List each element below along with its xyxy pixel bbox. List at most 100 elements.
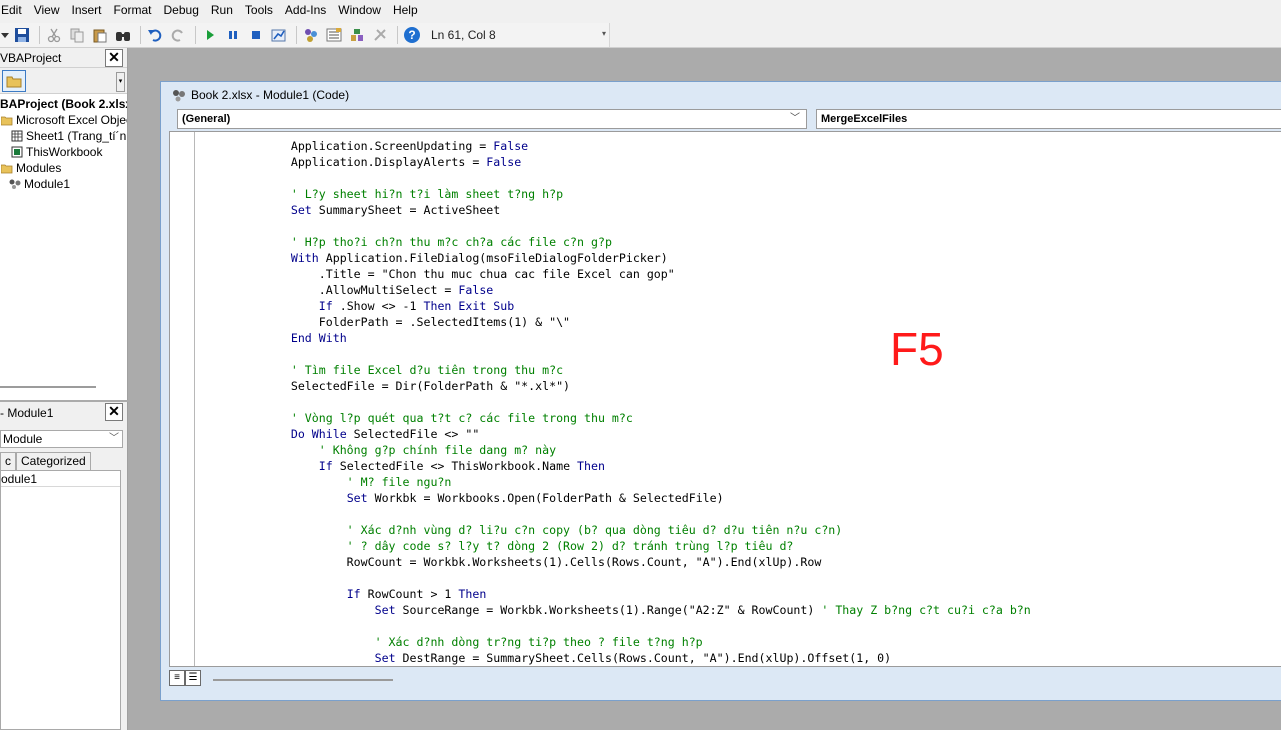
code-line[interactable]: RowCount = Workbk.Worksheets(1).Cells(Ro… [235, 554, 1031, 570]
code-line[interactable]: If RowCount > 1 Then [235, 586, 1031, 602]
code-line[interactable]: .Title = "Chon thu muc chua cac file Exc… [235, 266, 1031, 282]
menu-view[interactable]: View [29, 0, 65, 20]
code-line[interactable]: ' H?p tho?i ch?n thu m?c ch?a các file c… [235, 234, 1031, 250]
paste-icon[interactable] [90, 25, 110, 45]
properties-icon[interactable] [324, 25, 344, 45]
tree-item[interactable]: Module1 [0, 176, 127, 192]
cut-icon[interactable] [44, 25, 64, 45]
code-line[interactable]: With Application.FileDialog(msoFileDialo… [235, 250, 1031, 266]
project-explorer-title-bar: VBAProject ✕ [0, 48, 127, 68]
code-line[interactable]: Application.ScreenUpdating = False [235, 138, 1031, 154]
code-line[interactable]: Application.DisplayAlerts = False [235, 154, 1031, 170]
code-comment: ' Xác d?nh dòng tr?ng ti?p theo ? file t… [235, 635, 703, 649]
undo-icon[interactable] [145, 25, 165, 45]
object-browser-icon[interactable] [347, 25, 367, 45]
project-scroll-icon[interactable]: ▾ [116, 72, 125, 92]
code-line[interactable]: Do While SelectedFile <> "" [235, 426, 1031, 442]
menu-window[interactable]: Window [333, 0, 386, 20]
code-horizontal-scrollbar[interactable] [213, 679, 393, 681]
property-row-name[interactable]: odule1 [1, 471, 120, 487]
code-line[interactable] [235, 218, 1031, 234]
code-line[interactable]: ' Không g?p chính file dang m? này [235, 442, 1031, 458]
code-text-segment [235, 587, 347, 601]
code-line[interactable]: Set DestRange = SummarySheet.Cells(Rows.… [235, 650, 1031, 666]
code-text[interactable]: Application.ScreenUpdating = False Appli… [235, 138, 1031, 666]
margin-indicator-bar[interactable] [170, 132, 195, 666]
toolbox-icon[interactable] [370, 25, 390, 45]
code-line[interactable] [235, 618, 1031, 634]
code-window-title-bar: Book 2.xlsx - Module1 (Code) [161, 82, 1281, 108]
tree-item[interactable]: Sheet1 (Trang_tí´nh [0, 128, 127, 144]
project-explorer-icon[interactable] [301, 25, 321, 45]
code-comment: ' M? file ngu?n [235, 475, 452, 489]
code-line[interactable]: ' Xác d?nh dòng tr?ng ti?p theo ? file t… [235, 634, 1031, 650]
code-line[interactable] [235, 394, 1031, 410]
code-line[interactable]: SelectedFile = Dir(FolderPath & "*.xl*") [235, 378, 1031, 394]
menu-add-ins[interactable]: Add-Ins [280, 0, 331, 20]
code-line[interactable] [235, 506, 1031, 522]
properties-object-select[interactable]: Module ﹀ [0, 430, 123, 448]
toolbar-separator [39, 26, 40, 44]
tab-categorized[interactable]: Categorized [16, 452, 91, 470]
code-line[interactable]: ' Xác d?nh vùng d? li?u c?n copy (b? qua… [235, 522, 1031, 538]
procedure-combo[interactable]: MergeExcelFiles [816, 109, 1281, 129]
code-line[interactable] [235, 570, 1031, 586]
code-line[interactable]: Set SummarySheet = ActiveSheet [235, 202, 1031, 218]
tree-item[interactable]: Modules [0, 160, 127, 176]
code-editor[interactable]: Application.ScreenUpdating = False Appli… [169, 131, 1281, 667]
folder-icon [6, 76, 22, 88]
object-combo[interactable]: (General) ﹀ [177, 109, 807, 129]
save-icon[interactable] [12, 25, 32, 45]
code-line[interactable]: ' Vòng l?p quét qua t?t c? các file tron… [235, 410, 1031, 426]
toolbar-overflow-icon[interactable]: ▾ [602, 29, 606, 38]
properties-title: - Module1 [0, 406, 54, 420]
code-line[interactable]: .AllowMultiSelect = False [235, 282, 1031, 298]
tree-item[interactable]: Microsoft Excel Objects [0, 112, 127, 128]
procedure-view-icon[interactable]: ≡ [169, 670, 185, 686]
tree-item[interactable]: ThisWorkbook [0, 144, 127, 160]
code-window-combos: (General) ﹀ MergeExcelFiles [161, 108, 1281, 130]
code-text-segment [235, 427, 291, 441]
tree-item[interactable]: BAProject (Book 2.xlsx [0, 96, 127, 112]
code-line[interactable] [235, 170, 1031, 186]
code-line[interactable]: ' L?y sheet hi?n t?i làm sheet t?ng h?p [235, 186, 1031, 202]
project-horizontal-scrollbar[interactable] [0, 386, 96, 388]
run-icon[interactable] [200, 25, 220, 45]
help-icon[interactable]: ? [402, 25, 422, 45]
code-comment: ' Vòng l?p quét qua t?t c? các file tron… [235, 411, 633, 425]
code-line[interactable]: Set Workbk = Workbooks.Open(FolderPath &… [235, 490, 1031, 506]
close-icon[interactable]: ✕ [105, 49, 123, 67]
code-text-segment [235, 203, 291, 217]
menu-format[interactable]: Format [109, 0, 157, 20]
code-keyword: If [318, 299, 333, 313]
code-line[interactable]: If SelectedFile <> ThisWorkbook.Name The… [235, 458, 1031, 474]
code-line[interactable]: Set SourceRange = Workbk.Worksheets(1).R… [235, 602, 1031, 618]
dropdown-arrow-icon[interactable] [0, 25, 10, 45]
code-line[interactable]: ' M? file ngu?n [235, 474, 1031, 490]
code-text-segment: Application.DisplayAlerts = [235, 155, 487, 169]
break-icon[interactable] [223, 25, 243, 45]
code-line[interactable]: ' ? dây code s? l?y t? dòng 2 (Row 2) d?… [235, 538, 1031, 554]
code-keyword: Then [458, 587, 487, 601]
full-module-view-icon[interactable]: ☰ [185, 670, 201, 686]
code-line[interactable]: If .Show <> -1 Then Exit Sub [235, 298, 1031, 314]
toggle-folders-button[interactable] [2, 70, 26, 92]
properties-tabs: c Categorized [0, 452, 127, 470]
menu-run[interactable]: Run [206, 0, 238, 20]
copy-icon[interactable] [67, 25, 87, 45]
redo-icon[interactable] [168, 25, 188, 45]
code-keyword: With [290, 251, 319, 265]
menu-help[interactable]: Help [388, 0, 423, 20]
design-mode-icon[interactable] [269, 25, 289, 45]
close-icon[interactable]: ✕ [105, 403, 123, 421]
find-icon[interactable] [113, 25, 133, 45]
cursor-position-status: Ln 61, Col 8 [431, 28, 496, 42]
tab-alphabetic[interactable]: c [0, 452, 16, 470]
menu-tools[interactable]: Tools [240, 0, 278, 20]
menu-debug[interactable]: Debug [159, 0, 204, 20]
menu-edit[interactable]: Edit [0, 0, 27, 20]
sheet-icon [10, 130, 24, 142]
reset-icon[interactable] [246, 25, 266, 45]
code-text-segment: Workbk = Workbooks.Open(FolderPath & Sel… [367, 491, 724, 505]
menu-insert[interactable]: Insert [66, 0, 106, 20]
